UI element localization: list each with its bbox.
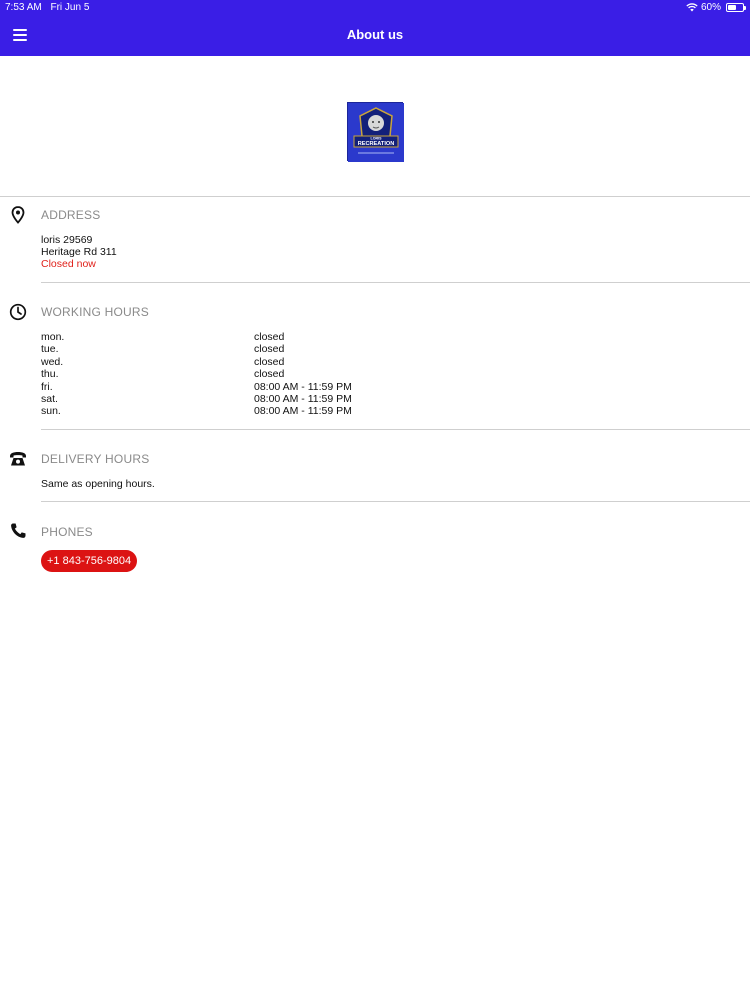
restaurant-logo: LORIS RECREATION — [347, 102, 404, 162]
phone-number-button[interactable]: +1 843-756-9804 — [41, 550, 138, 572]
status-time: 7:53 AM — [5, 2, 42, 13]
hours-day: sun. — [41, 405, 61, 418]
working-hours-title: WORKING HOURS — [41, 305, 149, 319]
status-left: 7:53 AM Fri Jun 5 — [5, 2, 95, 13]
logo-text-main: RECREATION — [358, 141, 395, 147]
battery-icon — [726, 3, 746, 12]
divider-hours — [41, 429, 750, 430]
phone-handset-icon — [11, 523, 26, 538]
hours-row-wed: wed. closed — [41, 356, 441, 368]
lion-logo-icon: LORIS RECREATION — [348, 103, 404, 162]
hours-time: 08:00 AM - 11:59 PM — [254, 405, 352, 418]
logo-text-top: LORIS — [371, 137, 383, 141]
wifi-icon — [686, 3, 698, 12]
hours-time: closed — [254, 368, 285, 381]
clock-icon — [9, 303, 27, 321]
hours-time: closed — [254, 343, 285, 356]
hours-day: wed. — [41, 355, 64, 368]
hours-day: sat. — [41, 392, 58, 405]
status-date: Fri Jun 5 — [50, 2, 90, 13]
divider-delivery — [41, 501, 750, 502]
hours-time: 08:00 AM - 11:59 PM — [254, 380, 352, 393]
location-pin-icon — [11, 206, 25, 224]
hours-day: thu. — [41, 368, 59, 381]
battery-percent: 60% — [700, 2, 721, 13]
divider-address — [41, 282, 750, 283]
hours-day: fri. — [41, 380, 53, 393]
delivery-hours-text: Same as opening hours. — [41, 478, 155, 490]
hours-row-sat: sat. 08:00 AM - 11:59 PM — [41, 393, 441, 405]
app-header: 7:53 AM Fri Jun 5 60% About us — [0, 0, 750, 56]
hours-row-thu: thu. closed — [41, 368, 441, 380]
hours-row-fri: fri. 08:00 AM - 11:59 PM — [41, 381, 441, 393]
address-line-2: Heritage Rd 311 — [41, 246, 117, 258]
telephone-icon — [10, 452, 26, 466]
hours-time: closed — [254, 331, 285, 343]
battery-level — [728, 5, 736, 10]
address-line-1: loris 29569 — [41, 234, 93, 246]
status-right: 60% — [686, 2, 746, 13]
delivery-hours-title: DELIVERY HOURS — [41, 452, 150, 466]
open-status: Closed now — [41, 258, 96, 270]
divider-top — [0, 196, 750, 197]
hours-day: mon. — [41, 331, 65, 343]
hours-row-mon: mon. closed — [41, 331, 441, 343]
hours-row-sun: sun. 08:00 AM - 11:59 PM — [41, 405, 441, 417]
page-title: About us — [346, 27, 404, 42]
hours-time: 08:00 AM - 11:59 PM — [254, 392, 352, 405]
address-title: ADDRESS — [41, 208, 101, 222]
hours-day: tue. — [41, 343, 59, 356]
hours-row-tue: tue. closed — [41, 343, 441, 355]
working-hours-table: mon. closed tue. closed wed. closed thu.… — [41, 331, 441, 418]
hours-time: closed — [254, 355, 285, 368]
phones-title: PHONES — [41, 525, 93, 539]
status-bar: 7:53 AM Fri Jun 5 60% — [0, 0, 750, 16]
